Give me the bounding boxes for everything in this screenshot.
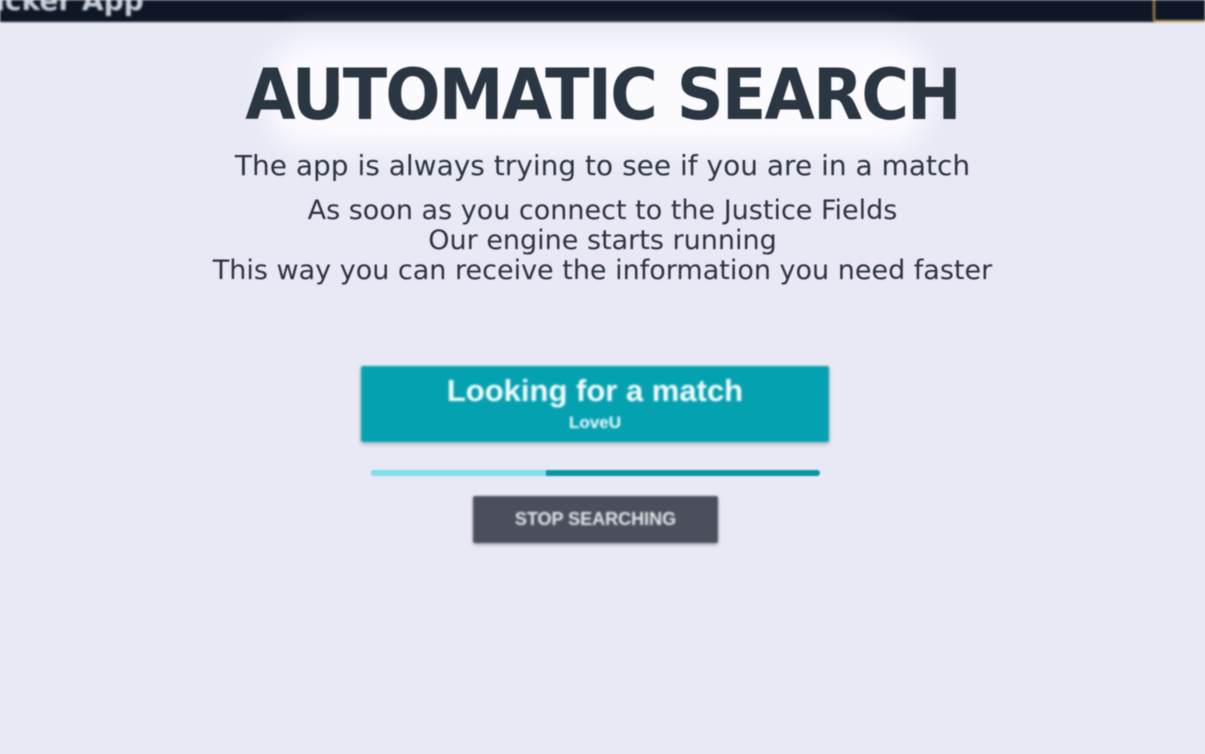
top-bar: acker App (0, 0, 1205, 22)
search-progress-fill (371, 470, 547, 476)
description-line-2: Our engine starts running (428, 225, 777, 256)
app-title: acker App (0, 0, 144, 17)
looking-for-match-button[interactable]: Looking for a match LoveU (361, 366, 829, 442)
stop-searching-button[interactable]: STOP SEARCHING (473, 496, 718, 543)
window-control[interactable] (1153, 0, 1205, 22)
page-subtitle: The app is always trying to see if you a… (234, 149, 971, 182)
search-progress-bar (371, 470, 820, 476)
description-line-3: This way you can receive the information… (212, 255, 993, 286)
match-username-label: LoveU (569, 413, 621, 432)
match-status-label: Looking for a match (446, 373, 744, 408)
page-title: AUTOMATIC SEARCH (245, 54, 961, 136)
description-line-1: As soon as you connect to the Justice Fi… (307, 195, 898, 226)
